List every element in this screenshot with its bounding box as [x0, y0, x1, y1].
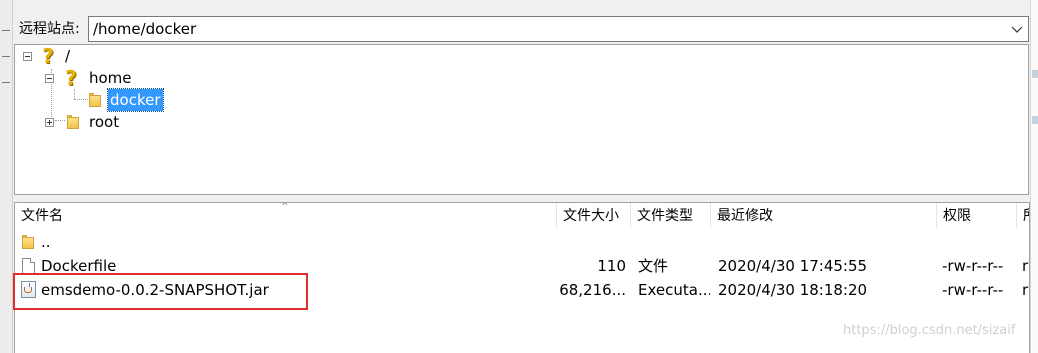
- tree-node-label: /: [65, 47, 71, 65]
- column-header-type[interactable]: 文件类型: [631, 203, 711, 228]
- collapse-icon[interactable]: [45, 74, 54, 83]
- question-icon: ?: [42, 44, 54, 68]
- folder-icon: [67, 115, 79, 129]
- pane-edge-mark: [1032, 70, 1038, 78]
- remote-path-combobox[interactable]: [88, 16, 1029, 42]
- file-name: ..: [41, 233, 51, 251]
- file-size: 110: [597, 257, 626, 275]
- watermark-text: https://blog.csdn.net/sizaif: [843, 323, 1016, 338]
- file-type: 文件: [638, 257, 669, 275]
- file-modified: 2020/4/30 18:18:20: [718, 281, 868, 299]
- pane-edge-mark: [1032, 116, 1038, 124]
- folder-icon: [22, 235, 34, 249]
- tree-node-label-selected: docker: [107, 88, 164, 112]
- tree-guide-line: [55, 120, 65, 121]
- tree-node-label: home: [89, 69, 132, 87]
- column-header-permissions[interactable]: 权限: [937, 203, 1017, 228]
- remote-site-label: 远程站点:: [19, 21, 80, 37]
- expand-icon[interactable]: [45, 118, 54, 127]
- collapse-icon[interactable]: [23, 52, 32, 61]
- file-permissions: -rw-r--r--: [942, 281, 1004, 299]
- file-row-parent[interactable]: ..: [15, 230, 1029, 254]
- left-pane-edge: [0, 0, 13, 353]
- sort-ascending-icon: ^: [281, 202, 289, 212]
- pane-edge-mark: [2, 82, 10, 83]
- remote-site-bar: 远程站点:: [14, 14, 1030, 44]
- folder-icon: [89, 93, 101, 107]
- remote-directory-tree[interactable]: ? / ? home docker root: [14, 44, 1029, 195]
- remote-path-input[interactable]: [89, 17, 993, 41]
- file-type: Executa...: [638, 281, 710, 299]
- right-pane-edge: [1030, 0, 1038, 353]
- file-modified: 2020/4/30 17:45:55: [718, 257, 868, 275]
- pane-edge-mark: [2, 56, 10, 57]
- file-permissions: -rw-r--r--: [942, 257, 1004, 275]
- file-size: 68,216...: [559, 281, 626, 299]
- column-header-size[interactable]: 文件大小: [557, 203, 631, 228]
- question-icon: ?: [65, 66, 77, 90]
- chevron-down-icon[interactable]: [1009, 20, 1025, 38]
- file-owner: r: [1022, 281, 1029, 299]
- pane-edge-mark: [2, 30, 10, 31]
- column-header-modified[interactable]: 最近修改: [711, 203, 937, 228]
- tree-guide-line: [74, 99, 88, 100]
- file-icon: [22, 258, 35, 274]
- red-highlight-annotation: [13, 273, 308, 310]
- tree-guide-line: [74, 89, 75, 99]
- file-owner: r: [1022, 257, 1029, 275]
- file-list-header: 文件名 ^ 文件大小 文件类型 最近修改 权限 所: [15, 202, 1029, 228]
- column-header-owner[interactable]: 所: [1017, 203, 1029, 228]
- tree-node-label: root: [89, 113, 120, 131]
